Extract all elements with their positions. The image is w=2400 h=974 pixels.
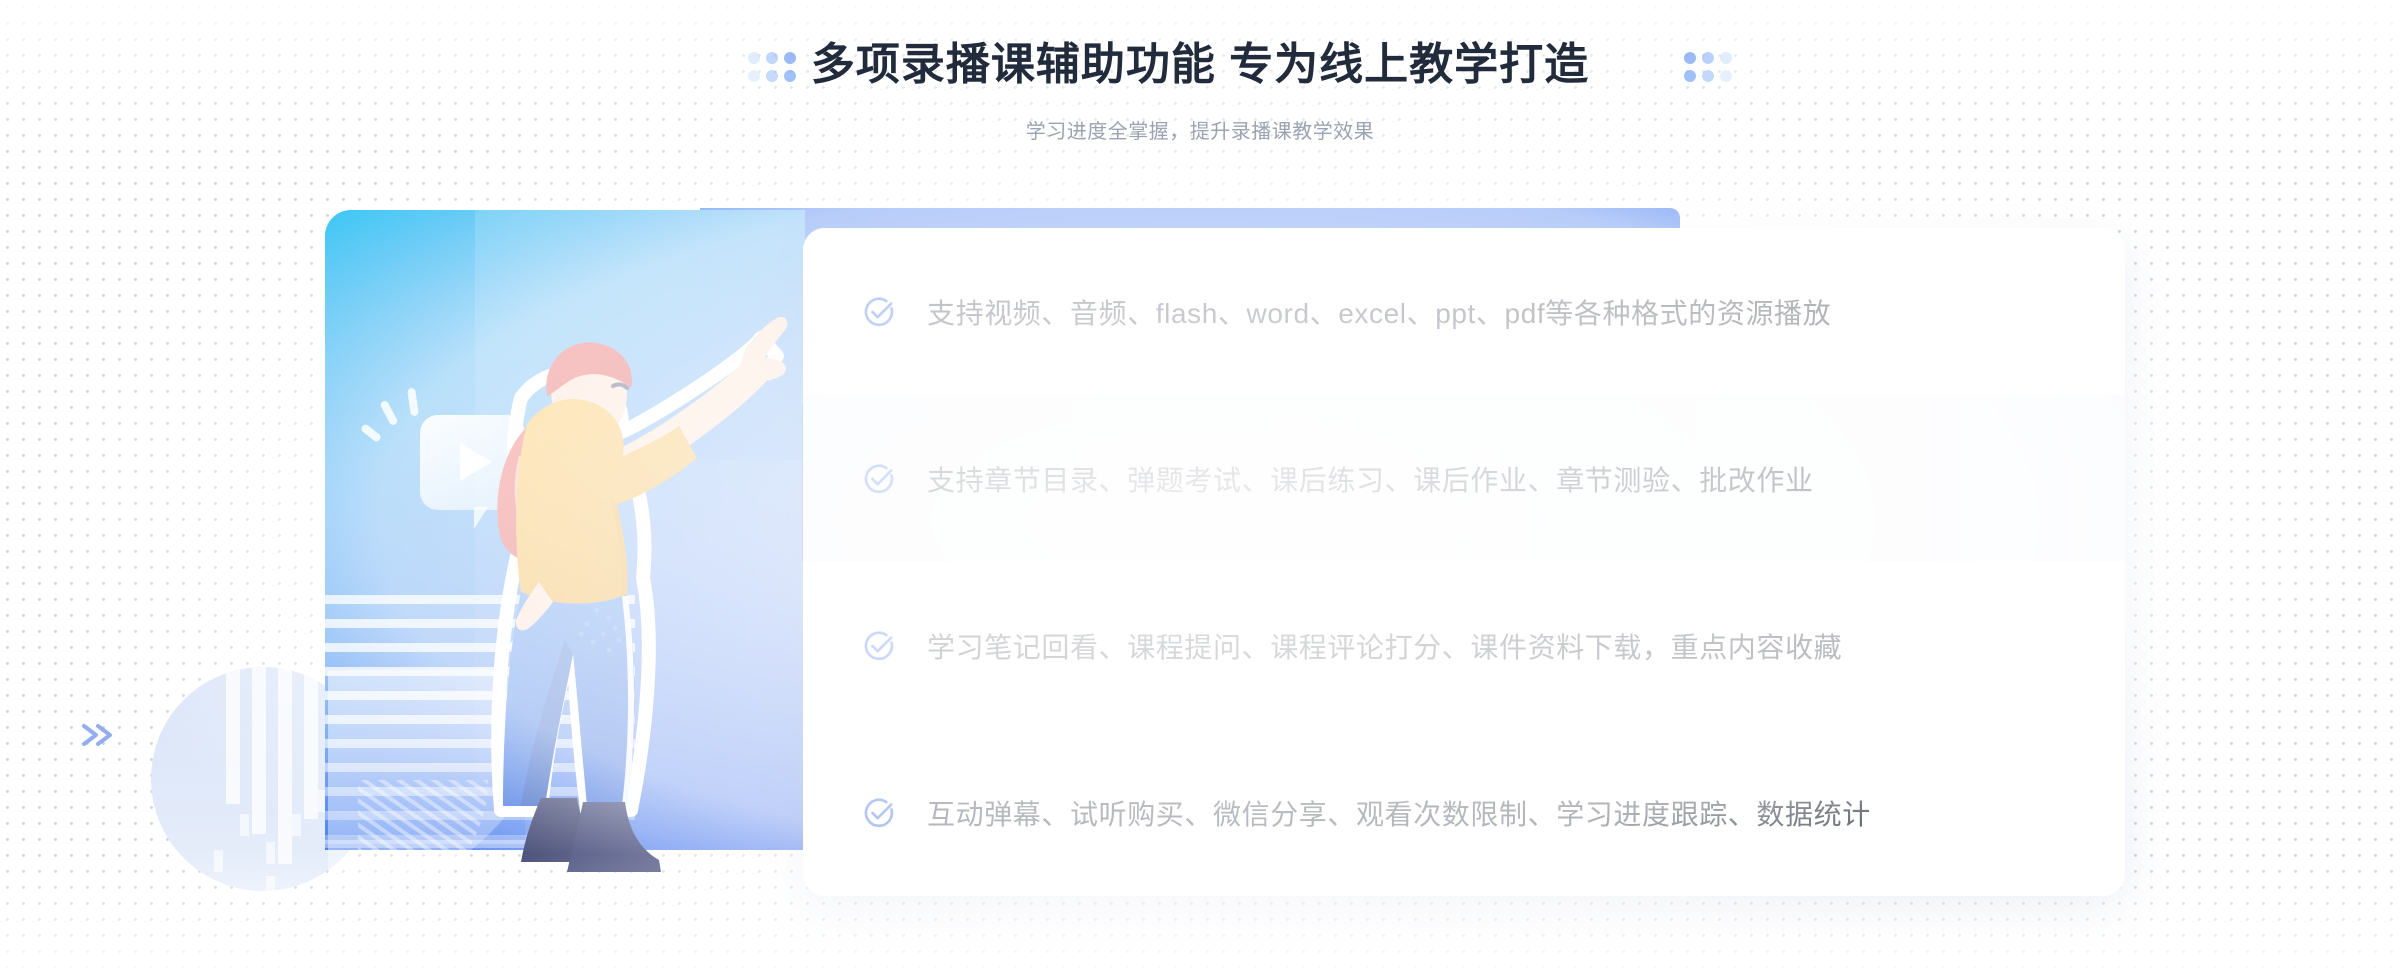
- feature-row[interactable]: 支持章节目录、弹题考试、课后练习、课后作业、章节测验、批改作业: [803, 395, 2125, 562]
- feature-text: 互动弹幕、试听购买、微信分享、观看次数限制、学习进度跟踪、数据统计: [927, 798, 1871, 830]
- feature-row[interactable]: 支持视频、音频、flash、word、excel、ppt、pdf等各种格式的资源…: [803, 228, 2125, 395]
- page-header: 多项录播课辅助功能 专为线上教学打造 学习进度全掌握，提升录播课教学效果: [0, 0, 2400, 160]
- feature-text: 支持视频、音频、flash、word、excel、ppt、pdf等各种格式的资源…: [927, 297, 1832, 329]
- feature-row[interactable]: 学习笔记回看、课程提问、课程评论打分、课件资料下载，重点内容收藏: [803, 562, 2125, 729]
- feature-card: 支持视频、音频、flash、word、excel、ppt、pdf等各种格式的资源…: [803, 228, 2125, 896]
- page-subtitle: 学习进度全掌握，提升录播课教学效果: [1025, 121, 1375, 143]
- check-circle-icon: [864, 798, 894, 827]
- page-title: 多项录播课辅助功能 专为线上教学打造: [810, 40, 1590, 89]
- woman-pointing-figure: [491, 316, 788, 872]
- check-circle-icon: [864, 631, 894, 660]
- feature-text: 学习笔记回看、课程提问、课程评论打分、课件资料下载，重点内容收藏: [927, 631, 1843, 663]
- double-chevron-right-icon: [82, 724, 112, 746]
- check-circle-icon: [864, 297, 894, 326]
- feature-row[interactable]: 互动弹幕、试听购买、微信分享、观看次数限制、学习进度跟踪、数据统计: [803, 729, 2125, 896]
- feature-text: 支持章节目录、弹题考试、课后练习、课后作业、章节测验、批改作业: [927, 464, 1814, 496]
- check-circle-icon: [864, 464, 894, 493]
